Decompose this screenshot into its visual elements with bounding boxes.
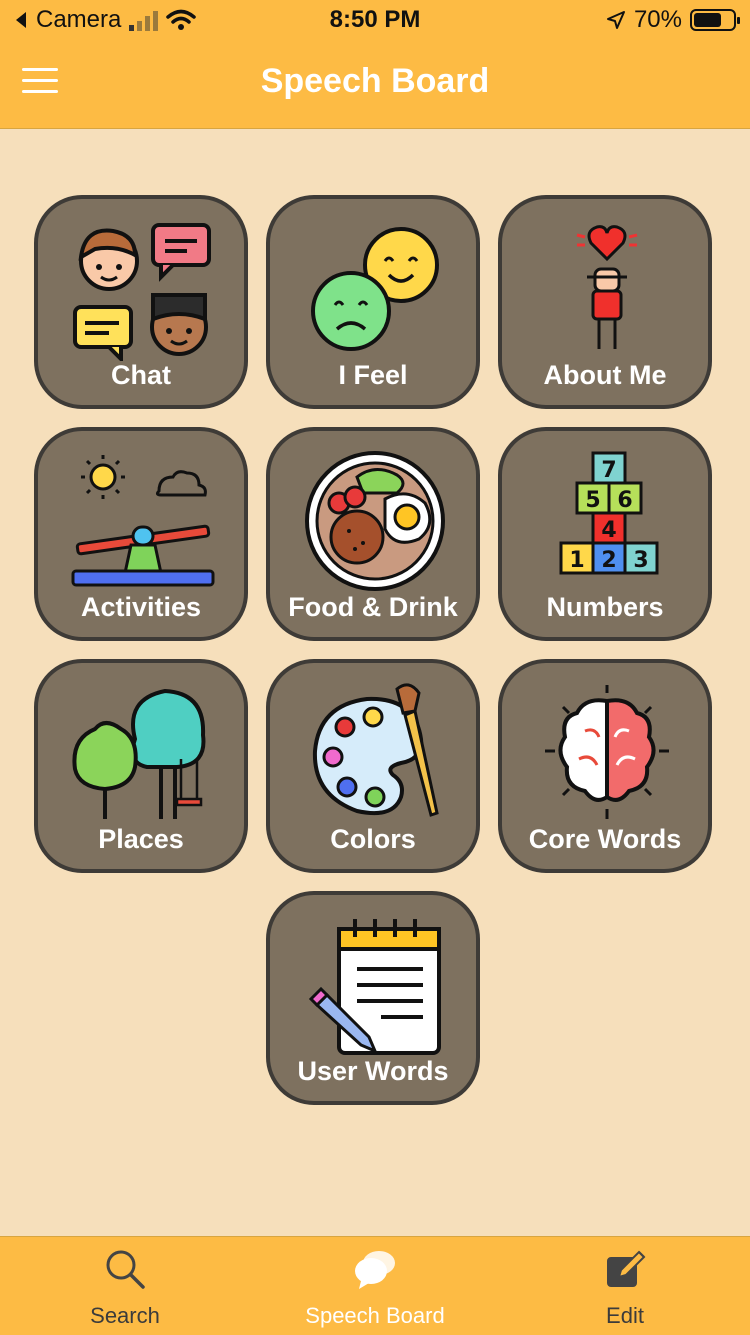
tile-numbers[interactable]: 7 5 6 4 1 2 3 Numbers bbox=[498, 427, 712, 641]
nav-header: Speech Board bbox=[0, 40, 750, 129]
tile-user-words[interactable]: User Words bbox=[266, 891, 480, 1105]
svg-text:2: 2 bbox=[601, 548, 616, 573]
notepad-pencil-icon bbox=[308, 919, 441, 1055]
battery-icon bbox=[690, 9, 740, 31]
tile-label: Food & Drink bbox=[288, 592, 458, 622]
tile-label: Places bbox=[98, 824, 184, 854]
tab-bar: Search Speech Board Edit bbox=[0, 1236, 750, 1335]
tile-label: Chat bbox=[111, 360, 171, 390]
svg-text:4: 4 bbox=[601, 518, 616, 543]
tile-about-me[interactable]: About Me bbox=[498, 195, 712, 409]
tile-chat[interactable]: Chat bbox=[34, 195, 248, 409]
svg-text:6: 6 bbox=[617, 488, 632, 513]
trees-swing-icon bbox=[72, 688, 206, 819]
tab-edit[interactable]: Edit bbox=[500, 1237, 750, 1335]
tile-label: Core Words bbox=[528, 824, 682, 854]
tile-i-feel[interactable]: I Feel bbox=[266, 195, 480, 409]
tab-label: Speech Board bbox=[305, 1303, 445, 1328]
svg-text:3: 3 bbox=[633, 548, 648, 573]
brain-icon bbox=[545, 685, 669, 819]
tab-search[interactable]: Search bbox=[0, 1237, 250, 1335]
tile-activities[interactable]: Activities bbox=[34, 427, 248, 641]
svg-text:1: 1 bbox=[569, 548, 584, 573]
status-bar: Camera 8:50 PM 70% bbox=[0, 0, 750, 40]
tab-speech-board[interactable]: Speech Board bbox=[250, 1237, 500, 1335]
tile-label: Numbers bbox=[546, 592, 664, 622]
search-icon bbox=[106, 1250, 145, 1289]
edit-icon bbox=[607, 1250, 646, 1287]
tile-colors[interactable]: Colors bbox=[266, 659, 480, 873]
tile-label: User Words bbox=[297, 1056, 449, 1086]
tile-places[interactable]: Places bbox=[34, 659, 248, 873]
food-plate-icon bbox=[305, 451, 445, 591]
battery-percent: 70% bbox=[633, 6, 682, 33]
paint-palette-icon bbox=[312, 683, 439, 817]
chat-people-icon bbox=[73, 223, 211, 361]
seesaw-icon bbox=[71, 455, 215, 587]
svg-text:7: 7 bbox=[601, 458, 616, 483]
tab-label: Edit bbox=[606, 1303, 644, 1328]
person-heart-icon bbox=[576, 225, 638, 349]
tile-label: Activities bbox=[80, 592, 202, 622]
tab-label: Search bbox=[90, 1303, 160, 1328]
svg-text:5: 5 bbox=[585, 488, 600, 513]
speech-bubbles-icon bbox=[355, 1251, 395, 1289]
page-title: Speech Board bbox=[260, 62, 490, 100]
tile-core-words[interactable]: Core Words bbox=[498, 659, 712, 873]
tile-label: About Me bbox=[543, 360, 667, 390]
emotion-faces-icon bbox=[311, 227, 439, 351]
hopscotch-numbers-icon: 7 5 6 4 1 2 3 bbox=[559, 451, 659, 575]
tile-label: I Feel bbox=[338, 360, 408, 390]
tile-food-drink[interactable]: Food & Drink bbox=[266, 427, 480, 641]
location-arrow-icon bbox=[606, 11, 625, 29]
battery-fill bbox=[694, 13, 721, 27]
tile-label: Colors bbox=[330, 824, 416, 854]
